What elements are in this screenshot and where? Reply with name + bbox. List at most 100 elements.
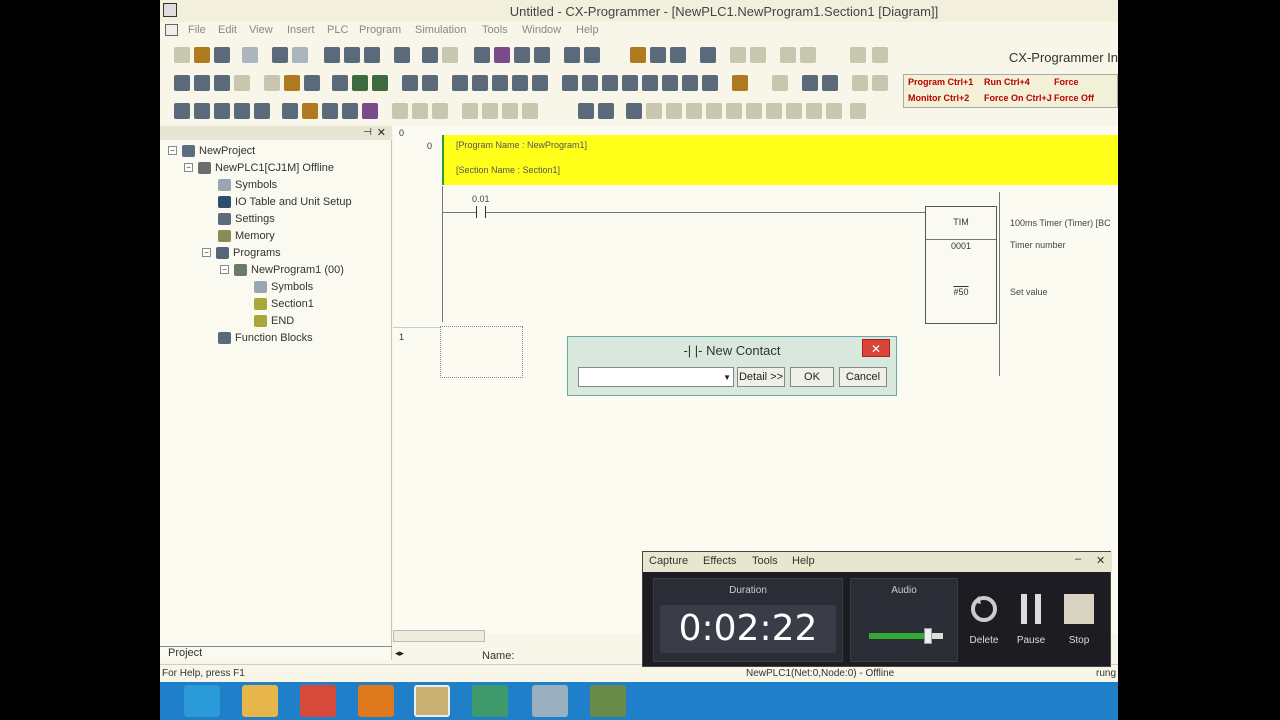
reset-icon[interactable] <box>482 103 498 119</box>
online-edit-icon[interactable] <box>772 75 788 91</box>
ladder-icon[interactable] <box>422 75 438 91</box>
open-file-icon[interactable] <box>194 47 210 63</box>
address-window-icon[interactable] <box>234 103 250 119</box>
recorder-menu-tools[interactable]: Tools <box>752 555 778 567</box>
sim-end-icon[interactable] <box>850 103 866 119</box>
or-contact-icon[interactable] <box>512 75 528 91</box>
simulator-settings-icon[interactable] <box>598 103 614 119</box>
firefox-icon[interactable] <box>358 685 394 717</box>
contact-nc-icon[interactable] <box>492 75 508 91</box>
help-icon[interactable] <box>564 47 580 63</box>
tree-item-io-table[interactable]: IO Table and Unit Setup <box>218 194 352 209</box>
collapse-icon[interactable]: − <box>202 248 211 257</box>
vertical-line-icon[interactable] <box>562 75 578 91</box>
menu-window[interactable]: Window <box>522 24 561 36</box>
cut-icon[interactable] <box>324 47 340 63</box>
show-comments-icon[interactable] <box>332 75 348 91</box>
cross-reference-icon[interactable] <box>534 47 550 63</box>
tree-item-end[interactable]: END <box>254 313 294 328</box>
tree-item-newproject[interactable]: − NewProject <box>168 143 255 158</box>
tool-taskbar-icon[interactable] <box>532 685 568 717</box>
close-icon[interactable]: ✕ <box>1096 554 1105 567</box>
file-explorer-icon[interactable] <box>242 685 278 717</box>
monitor-stop-icon[interactable] <box>800 47 816 63</box>
transfer-icon[interactable] <box>730 47 746 63</box>
menu-view[interactable]: View <box>249 24 273 36</box>
output-window-icon[interactable] <box>194 103 210 119</box>
detail-button[interactable]: Detail >> <box>737 367 785 387</box>
save-icon[interactable] <box>214 47 230 63</box>
sim-stop-icon[interactable] <box>726 103 742 119</box>
chevron-down-icon[interactable]: ▼ <box>723 373 731 382</box>
section-icon[interactable] <box>342 103 358 119</box>
audio-slider[interactable] <box>869 628 943 644</box>
contact-no-icon[interactable] <box>472 75 488 91</box>
shortcut-program[interactable]: Program Ctrl+1 <box>908 77 973 87</box>
new-file-icon[interactable] <box>174 47 190 63</box>
internet-explorer-icon[interactable] <box>184 685 220 717</box>
recorder-taskbar-icon[interactable] <box>590 685 626 717</box>
rung-icon[interactable] <box>304 75 320 91</box>
pin-icon[interactable]: ⊣ <box>363 127 372 138</box>
print-preview-icon[interactable] <box>292 47 308 63</box>
tree-item-program-symbols[interactable]: Symbols <box>254 279 313 294</box>
copy-icon[interactable] <box>344 47 360 63</box>
shortcut-run[interactable]: Run Ctrl+4 <box>984 77 1030 87</box>
contact-address-combobox[interactable]: ▼ <box>578 367 734 387</box>
menu-tools[interactable]: Tools <box>482 24 508 36</box>
contact-address[interactable]: 0.01 <box>472 194 490 204</box>
time-chart-icon[interactable] <box>412 103 428 119</box>
menu-file[interactable]: File <box>188 24 206 36</box>
sim-rung-icon[interactable] <box>786 103 802 119</box>
set-icon[interactable] <box>462 103 478 119</box>
menu-simulation[interactable]: Simulation <box>415 24 466 36</box>
coil-icon[interactable] <box>602 75 618 91</box>
shortcut-force[interactable]: Force <box>1054 77 1079 87</box>
menu-insert[interactable]: Insert <box>287 24 315 36</box>
delete-icon[interactable] <box>732 75 748 91</box>
pdi-icon[interactable] <box>702 75 718 91</box>
zoom-out-icon[interactable] <box>214 75 230 91</box>
sim-fast-icon[interactable] <box>826 103 842 119</box>
monitor-mode-icon[interactable] <box>352 75 368 91</box>
cancel-button[interactable]: Cancel <box>839 367 887 387</box>
grid-icon[interactable] <box>264 75 280 91</box>
app-taskbar-icon[interactable] <box>472 685 508 717</box>
find-icon[interactable] <box>394 47 410 63</box>
stop-button[interactable]: Stop <box>1057 592 1101 646</box>
recorder-menu-help[interactable]: Help <box>792 555 815 567</box>
transfer-from-icon[interactable] <box>750 47 766 63</box>
select-icon[interactable] <box>452 75 468 91</box>
pos-coil-icon[interactable] <box>642 75 658 91</box>
sim-pause-icon[interactable] <box>746 103 762 119</box>
compile-icon[interactable] <box>650 47 666 63</box>
nc-coil-icon[interactable] <box>622 75 638 91</box>
menu-help[interactable]: Help <box>576 24 599 36</box>
tree-item-plc[interactable]: − NewPLC1[CJ1M] Offline <box>184 160 334 175</box>
io-comment-icon[interactable] <box>302 103 318 119</box>
recorder-menu-effects[interactable]: Effects <box>703 555 736 567</box>
or-nc-contact-icon[interactable] <box>532 75 548 91</box>
mnemonics-icon[interactable] <box>402 75 418 91</box>
tree-item-memory[interactable]: Memory <box>218 228 275 243</box>
tree-item-settings[interactable]: Settings <box>218 211 275 226</box>
pause-button[interactable]: Pause <box>1009 592 1053 646</box>
cx-programmer-taskbar-icon[interactable] <box>414 685 450 717</box>
online-edit-cancel-icon[interactable] <box>872 75 888 91</box>
collapse-icon[interactable]: − <box>220 265 229 274</box>
tree-item-newprogram1[interactable]: − NewProgram1 (00) <box>220 262 344 277</box>
sim-step-over-icon[interactable] <box>646 103 662 119</box>
print-icon[interactable] <box>272 47 288 63</box>
zoom-icon[interactable] <box>194 75 210 91</box>
zoom-fit-icon[interactable] <box>234 75 250 91</box>
sfc-icon[interactable] <box>362 103 378 119</box>
online-icon[interactable] <box>700 47 716 63</box>
watch-icon[interactable] <box>372 75 388 91</box>
watch-window-icon[interactable] <box>214 103 230 119</box>
replace-icon[interactable] <box>494 47 510 63</box>
collapse-icon[interactable]: − <box>168 146 177 155</box>
nav-arrows-icon[interactable]: ◂▸ <box>395 648 404 659</box>
paste-icon[interactable] <box>364 47 380 63</box>
cancel-force-icon[interactable] <box>502 103 518 119</box>
symbols-window-icon[interactable] <box>282 103 298 119</box>
